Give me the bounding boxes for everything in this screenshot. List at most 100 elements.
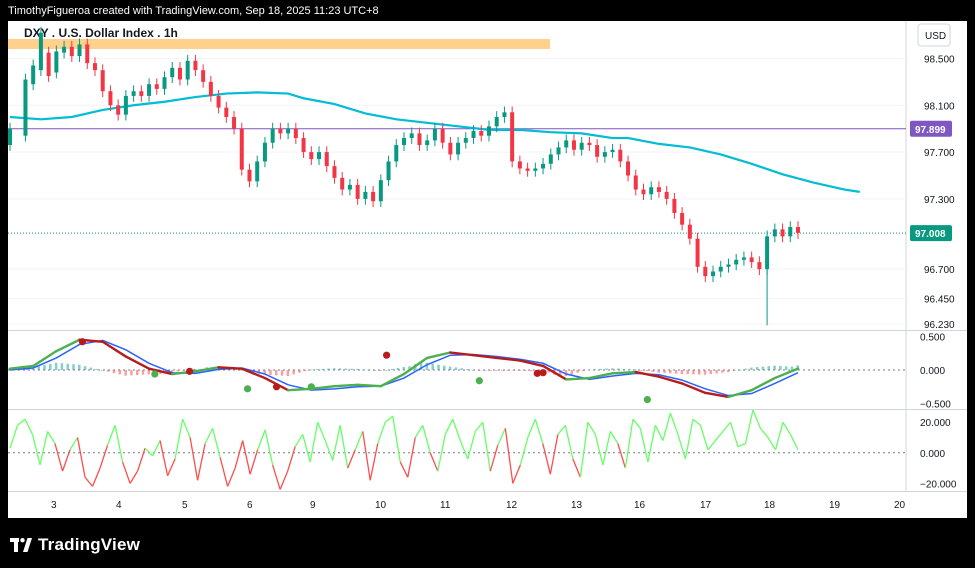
oscillator2-axis-tick-label: 20.000 [920,418,951,429]
candle-body [255,161,260,182]
oscillator2-line-segment [699,425,709,450]
oscillator2-line-segment [339,425,349,469]
candle-body [425,140,430,146]
chart-area[interactable]: DXY . U.S. Dollar Index . 1h USD 98.500 98.… [8,21,967,518]
candle-body [695,238,700,267]
chart-canvas[interactable]: DXY . U.S. Dollar Index . 1h USD 98.500 98.… [8,21,967,518]
candle-body [371,191,376,202]
oscillator1-main-line-segment [611,370,637,375]
oscillator2-line-segment [392,416,401,463]
tradingview-logo[interactable]: TradingView [10,534,140,556]
oscillator1-axis-tick-label: 0.500 [920,332,945,343]
candle-body [626,161,631,176]
histogram-bar [350,368,353,370]
oscillator1-axis-tick-label: 0.000 [920,366,945,377]
oscillator2-line-segment [54,443,64,472]
histogram-bar [703,370,707,375]
histogram-bar [524,370,527,371]
tradingview-logo-text: TradingView [38,535,141,554]
oscillator2-line-segment [69,437,79,451]
histogram-bar [489,370,492,371]
candle-body [494,116,499,127]
oscillator2-line-segment [272,464,281,490]
oscillator1-main-line-segment [565,376,591,381]
oscillator2-line-segment [302,434,311,463]
candle-body [162,77,167,89]
oscillator2-line-segment [234,440,244,469]
candle-body [602,152,607,157]
oscillator2-line-segment [196,443,206,481]
oscillator2-line-segment [774,422,784,450]
candle-body [448,142,453,155]
candle-body [432,128,437,141]
histogram-bar [698,370,701,375]
oscillator2-line-segment [287,446,296,472]
histogram-bar [738,369,742,371]
histogram-bar [361,369,365,371]
candle-body [309,152,314,160]
candle-body [247,169,252,182]
histogram-bar [101,370,104,371]
histogram-bar [640,370,643,371]
candle-body [718,266,723,272]
candle-body [386,161,391,181]
candle-body [278,128,283,134]
candle-body [394,145,399,162]
chart-title: DXY . U.S. Dollar Index . 1h [24,26,178,40]
oscillator2-line-segment [377,422,386,444]
histogram-bar [72,364,75,370]
candle-body [579,142,584,150]
candle-body [641,189,646,195]
oscillator2-line-segment [189,437,199,481]
candle-body [46,52,51,77]
histogram-bar [54,362,58,370]
candle-body [664,191,669,199]
histogram-bar [663,370,666,374]
candle-body [502,112,507,117]
oscillator2-line-segment [84,476,94,487]
histogram-bar [141,370,145,375]
candle-body [757,262,762,270]
oscillator2-line-segment [106,425,116,446]
oscillator2-line-segment [279,470,289,490]
candle-body [62,46,67,53]
candle-body [687,224,692,239]
candle-body [170,67,175,78]
histogram-bar [448,366,452,370]
histogram-bar [396,367,400,370]
histogram-bar [89,367,93,370]
candle-body [154,84,159,89]
price-axis-tick-label: 97.300 [924,195,955,206]
histogram-bar [66,363,69,370]
histogram-bar [767,366,771,370]
candle-body [533,168,538,171]
candle-body [556,147,561,155]
oscillator2-line-segment [369,443,379,481]
oscillator2-line-segment [152,440,161,457]
time-axis-tick-label: 10 [375,500,387,511]
histogram-bar [611,368,614,370]
histogram-bar [315,369,319,370]
histogram-bar [304,370,307,372]
oscillator2-line-segment [399,461,409,478]
oscillator2-line-segment [429,452,439,472]
oscillator2-line-segment [669,412,679,435]
candle-body [517,161,522,169]
oscillator2-line-segment [722,421,731,432]
oscillator2-line-segment [789,434,799,451]
histogram-bar [390,368,394,370]
candle-body [610,149,615,153]
oscillator2-line-segment [714,430,724,441]
time-axis-tick-label: 13 [571,500,583,511]
price-axis-tick-label: 96.700 [924,265,955,276]
oscillator2-axis-tick-label: 0.000 [920,449,945,460]
candle-body [100,70,105,92]
oscillator1-main-line-segment [333,383,359,388]
histogram-bar [367,369,371,371]
histogram-bar [298,370,301,373]
histogram-bar [332,368,336,370]
oscillator2-line-segment [617,443,627,469]
oscillator2-line-segment [782,421,792,435]
oscillator2-line-segment [136,448,146,472]
histogram-bar [292,370,295,375]
